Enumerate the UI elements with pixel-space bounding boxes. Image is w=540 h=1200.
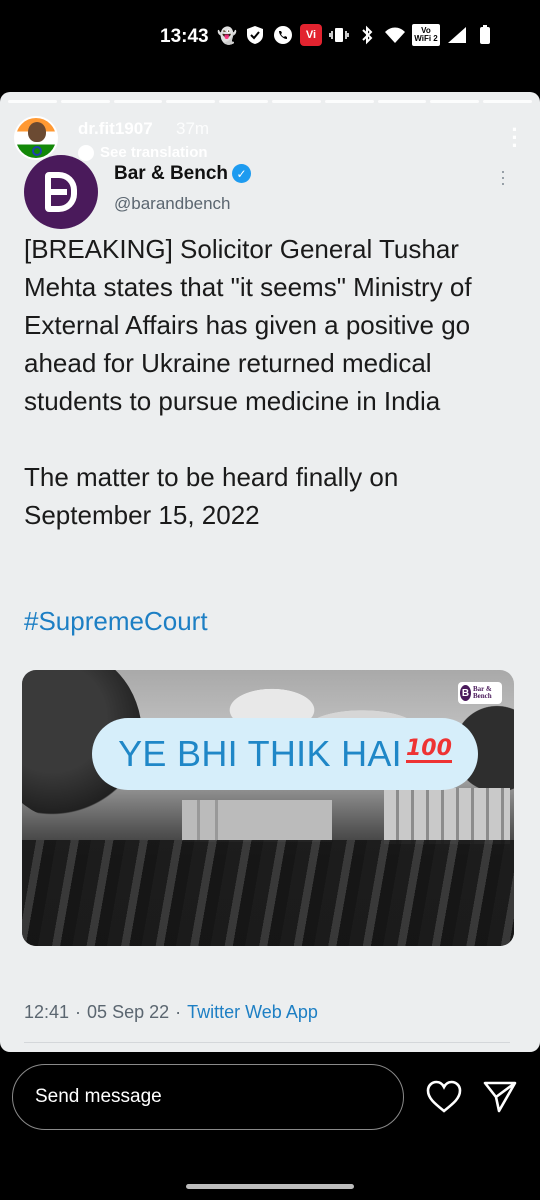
tweet-more-icon: · · · <box>500 161 506 193</box>
send-message-box[interactable] <box>12 1064 404 1130</box>
meta-separator: · <box>175 1002 182 1022</box>
battery-icon <box>474 24 496 46</box>
tweet-date: 05 Sep 22 <box>87 1002 170 1022</box>
hundred-points-icon: 100 <box>405 735 452 763</box>
tweet-author-handle: @barandbench <box>114 194 231 213</box>
story-progress-bar <box>8 100 532 103</box>
tweet-hashtag: #SupremeCourt <box>24 606 208 636</box>
wifi-icon <box>384 24 406 46</box>
status-icons: 👻 Vi Vo WiFi 2 <box>216 24 496 46</box>
tweet-time: 12:41 <box>24 1002 70 1022</box>
status-time: 13:43 <box>160 26 209 47</box>
home-indicator[interactable] <box>186 1184 354 1189</box>
bar-and-bench-logo-avatar <box>24 155 98 229</box>
shield-icon <box>244 24 266 46</box>
tweet-source: Twitter Web App <box>187 1002 318 1022</box>
story-more-options-icon[interactable]: · · · <box>510 119 520 157</box>
phone-icon <box>272 24 294 46</box>
send-message-input[interactable] <box>35 1086 375 1108</box>
see-translation-button[interactable]: See translation <box>78 144 208 161</box>
verified-badge-icon: ✓ <box>232 164 251 183</box>
image-watermark-logo: B Bar & Bench <box>458 682 502 704</box>
vowifi-icon: Vo WiFi 2 <box>412 24 440 46</box>
tweet-author-name: Bar & Bench <box>114 163 229 184</box>
tweet-meta: 12:41 · 05 Sep 22 · Twitter Web App <box>24 1002 318 1023</box>
heart-icon[interactable] <box>426 1080 462 1114</box>
sticker-text: YE BHI THIK HAI <box>118 733 402 774</box>
meta-separator: · <box>75 1002 82 1022</box>
story-time-ago: 37m <box>176 119 210 138</box>
vowifi-label-bottom: WiFi 2 <box>414 34 438 43</box>
story-text-sticker: YE BHI THIK HAI 100 <box>92 718 478 790</box>
tweet-text: [BREAKING] Solicitor General Tushar Meht… <box>24 234 472 530</box>
story-user-avatar[interactable] <box>14 116 58 160</box>
story-card[interactable]: dr.fit1907 37m See translation · · · Bar &… <box>0 92 540 1052</box>
tweet-image-supreme-court: B Bar & Bench <box>22 670 514 946</box>
direct-share-icon[interactable] <box>482 1080 518 1114</box>
bluetooth-icon <box>356 24 378 46</box>
story-username[interactable]: dr.fit1907 <box>78 119 153 139</box>
status-bar: 13:43 👻 Vi Vo WiFi 2 <box>0 0 540 72</box>
vibrate-icon <box>328 24 350 46</box>
signal-icon <box>446 24 468 46</box>
translate-icon <box>78 144 94 161</box>
tweet-divider <box>24 1042 510 1043</box>
snapchat-icon: 👻 <box>217 25 237 45</box>
see-translation-label: See translation <box>100 144 208 161</box>
story-header: dr.fit1907 37m See translation · · · <box>14 114 526 164</box>
vi-app-icon: Vi <box>300 24 322 46</box>
